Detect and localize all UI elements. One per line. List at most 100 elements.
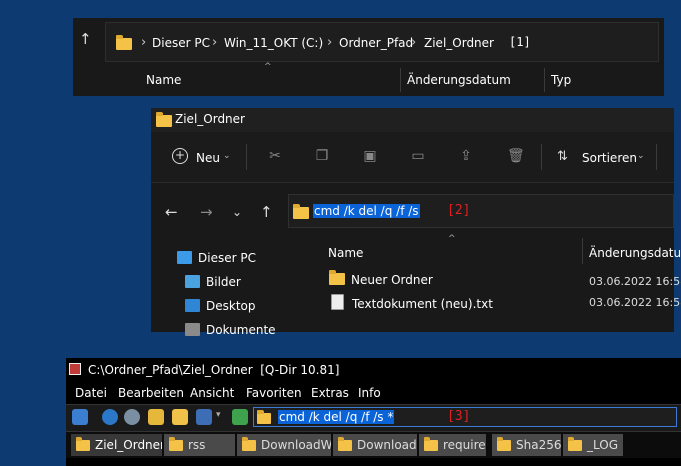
- share-icon[interactable]: ⇪: [459, 149, 473, 163]
- rename-icon[interactable]: ▭: [411, 149, 425, 163]
- folder-icon: [497, 437, 511, 451]
- folder-up-icon[interactable]: [148, 409, 164, 425]
- file-name: Neuer Ordner: [351, 273, 433, 287]
- window-title: Ziel_Ordner: [175, 112, 245, 126]
- address-bar-edit[interactable]: cmd /k del /q /f /s * [3]: [253, 407, 677, 427]
- nav-item-desktop[interactable]: Desktop: [185, 299, 256, 313]
- tab-ziel-ordner[interactable]: Ziel_Ordner: [71, 434, 162, 456]
- layout-grid-icon[interactable]: [196, 409, 212, 425]
- view-list-icon[interactable]: [72, 409, 88, 425]
- tab-label: require: [443, 438, 486, 452]
- column-divider: [582, 238, 583, 264]
- address-input-value[interactable]: cmd /k del /q /f /s *: [278, 410, 395, 424]
- chevron-right-icon: ›: [141, 35, 147, 50]
- menu-favoriten[interactable]: Favoriten: [246, 386, 302, 400]
- tab-sha256[interactable]: Sha256: [492, 434, 561, 456]
- nav-item-label: Dieser PC: [198, 251, 256, 265]
- paste-icon[interactable]: ▣: [363, 149, 377, 163]
- folder-icon: [329, 270, 345, 285]
- nav-item-label: Dokumente: [206, 323, 276, 337]
- file-name: Textdokument (neu).txt: [352, 297, 493, 311]
- menu-bearbeiten[interactable]: Bearbeiten: [118, 386, 184, 400]
- column-header-name[interactable]: Name: [146, 73, 181, 87]
- go-arrow-icon[interactable]: [232, 409, 248, 425]
- breadcrumb-ziel-ordner[interactable]: Ziel_Ordner: [424, 36, 494, 50]
- address-input-value[interactable]: cmd /k del /q /f /s: [313, 204, 420, 218]
- new-plus-icon[interactable]: +: [172, 148, 188, 164]
- breadcrumb-dieser-pc[interactable]: Dieser PC: [152, 36, 210, 50]
- sort-button-label[interactable]: Sortieren: [582, 151, 637, 165]
- chevron-down-icon[interactable]: ⌄: [223, 151, 231, 161]
- tab-label: Download: [357, 438, 417, 452]
- folder-icon: [568, 437, 582, 451]
- delete-icon[interactable]: 🗑: [507, 149, 525, 163]
- tab-log[interactable]: _LOG: [563, 434, 623, 456]
- forward-arrow-icon[interactable]: →: [200, 203, 213, 221]
- cut-icon[interactable]: ✂: [268, 149, 282, 163]
- tab-label: _LOG: [587, 438, 619, 452]
- toolbar-divider: [541, 144, 542, 170]
- column-divider: [544, 68, 545, 92]
- folder-icon: [116, 35, 132, 50]
- marker-label-2: [2]: [447, 203, 471, 218]
- up-arrow-icon[interactable]: ↑: [79, 30, 92, 48]
- address-bar[interactable]: › Dieser PC › Win_11_OKT (C:) › Ordner_P…: [105, 22, 659, 62]
- title-bar: Ziel_Ordner: [151, 108, 674, 132]
- documents-icon: [185, 323, 200, 336]
- tab-require[interactable]: require: [419, 434, 486, 456]
- breadcrumb-ordner-pfad[interactable]: Ordner_Pfad: [339, 36, 413, 50]
- globe-back-icon[interactable]: [102, 409, 118, 425]
- folder-icon: [156, 112, 172, 127]
- sort-caret-icon: ^: [264, 62, 272, 72]
- menu-datei[interactable]: Datei: [75, 386, 107, 400]
- qdir-window: C:\Ordner_Pfad\Ziel_Ordner [Q-Dir 10.81]…: [66, 358, 681, 466]
- explorer-window-2: Ziel_Ordner + Neu ⌄ ✂ ❐ ▣ ▭ ⇪ 🗑 ⇅ Sortie…: [151, 108, 681, 337]
- globe-forward-icon[interactable]: [124, 409, 140, 425]
- tab-download[interactable]: Download: [333, 434, 417, 456]
- up-arrow-icon[interactable]: ↑: [260, 203, 273, 221]
- folder-icon: [293, 204, 309, 219]
- marker-label-1: [1]: [509, 35, 531, 49]
- menu-ansicht[interactable]: Ansicht: [190, 386, 234, 400]
- breadcrumb-drive[interactable]: Win_11_OKT (C:): [224, 36, 323, 50]
- folder-icon: [257, 410, 271, 424]
- tab-downloadwa[interactable]: DownloadWa: [237, 434, 331, 456]
- column-divider: [400, 68, 401, 92]
- nav-item-label: Desktop: [206, 299, 256, 313]
- column-header-date[interactable]: Änderungsdatum: [589, 246, 681, 260]
- folder-icon: [338, 437, 352, 451]
- recent-chevron-icon[interactable]: ⌄: [232, 205, 242, 219]
- chevron-right-icon: ›: [411, 35, 417, 50]
- pictures-icon: [185, 275, 200, 288]
- title-bar: C:\Ordner_Pfad\Ziel_Ordner [Q-Dir 10.81]: [66, 358, 681, 382]
- copy-icon[interactable]: ❐: [315, 149, 329, 163]
- nav-item-dokumente[interactable]: Dokumente: [185, 323, 276, 337]
- menu-extras[interactable]: Extras: [311, 386, 349, 400]
- nav-item-bilder[interactable]: Bilder: [185, 275, 241, 289]
- window-title: C:\Ordner_Pfad\Ziel_Ordner [Q-Dir 10.81]: [88, 363, 340, 377]
- tab-rss[interactable]: rss: [164, 434, 235, 456]
- column-header-type[interactable]: Typ: [551, 73, 571, 87]
- file-date: 03.06.2022 16:58: [589, 275, 681, 288]
- column-header-name[interactable]: Name: [328, 246, 363, 260]
- list-item[interactable]: Neuer Ordner: [329, 270, 433, 287]
- chevron-down-icon[interactable]: ⌄: [637, 151, 645, 161]
- list-item[interactable]: Textdokument (neu).txt: [331, 294, 493, 311]
- tab-label: Ziel_Ordner: [95, 438, 162, 452]
- tab-label: Sha256: [516, 438, 561, 452]
- nav-item-dieser-pc[interactable]: Dieser PC: [177, 251, 256, 265]
- chevron-down-icon[interactable]: ▾: [216, 410, 221, 420]
- tab-label: rss: [188, 438, 206, 452]
- new-button-label[interactable]: Neu: [196, 151, 220, 165]
- new-folder-icon[interactable]: [172, 409, 188, 425]
- toolbar-divider: [656, 144, 657, 170]
- toolbar-divider: [246, 144, 247, 170]
- back-arrow-icon[interactable]: ←: [165, 203, 178, 221]
- sort-icon[interactable]: ⇅: [557, 149, 568, 164]
- folder-icon: [76, 437, 90, 451]
- folder-icon: [424, 437, 438, 451]
- computer-icon: [177, 251, 192, 264]
- menu-info[interactable]: Info: [358, 386, 381, 400]
- column-header-date[interactable]: Änderungsdatum: [407, 73, 511, 87]
- address-bar-edit[interactable]: cmd /k del /q /f /s [2]: [288, 194, 674, 228]
